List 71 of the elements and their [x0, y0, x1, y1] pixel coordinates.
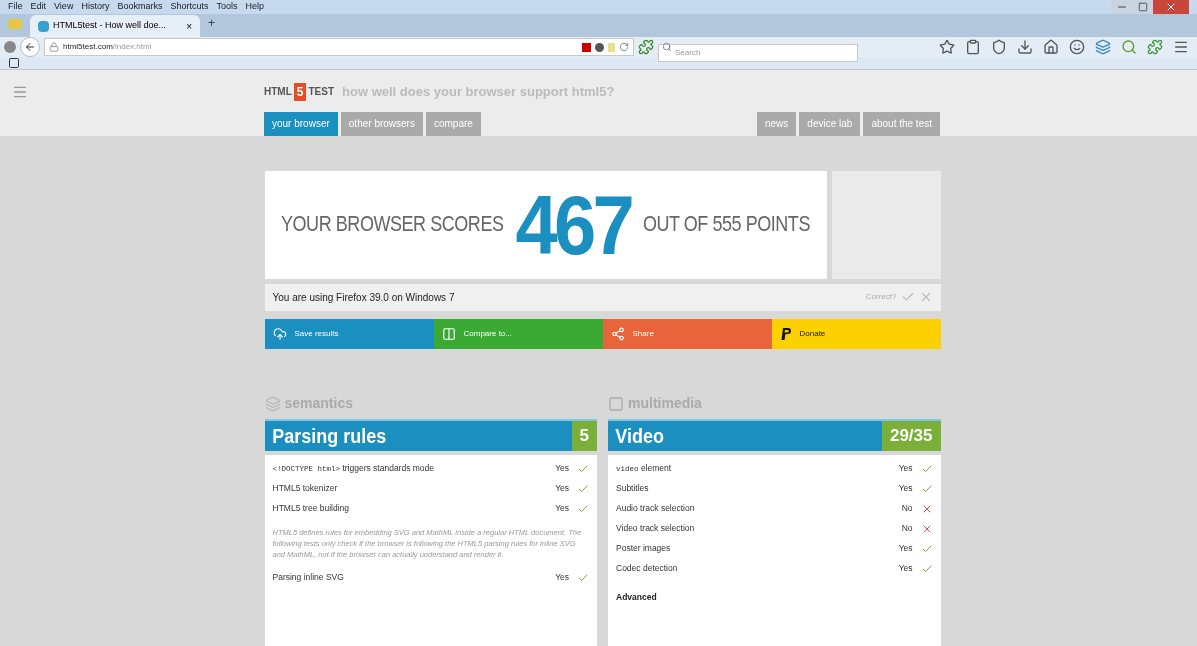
download-icon[interactable]	[1017, 39, 1033, 55]
cloud-icon	[272, 326, 287, 341]
section-score: 5	[571, 420, 597, 451]
test-result: Yes	[898, 462, 913, 475]
menu-item[interactable]: History	[81, 0, 110, 14]
share-icon	[610, 326, 625, 341]
test-result: Yes	[898, 542, 913, 555]
section-title: Video	[614, 423, 665, 449]
menu-icon[interactable]	[1173, 39, 1189, 55]
clipboard-icon[interactable]	[965, 39, 981, 55]
test-name: HTML5 tokenizer	[272, 482, 338, 495]
lock-icon	[49, 42, 59, 52]
html5-favicon	[38, 20, 49, 32]
correct-label: Correct?	[865, 291, 897, 303]
test-result: Yes	[555, 482, 569, 495]
test-result: Yes	[555, 502, 569, 515]
back-icon[interactable]	[24, 41, 36, 53]
menu-item[interactable]: Bookmarks	[117, 0, 163, 14]
maximize-icon[interactable]	[1138, 2, 1148, 12]
test-result: Yes	[898, 482, 913, 495]
bookmark-icon[interactable]	[8, 57, 20, 69]
test-name: HTML5 tree building	[272, 502, 350, 515]
reload-icon[interactable]	[619, 42, 629, 52]
shield-icon[interactable]	[991, 39, 1007, 55]
score-label: OUT OF 555 POINTS	[642, 210, 810, 239]
menu-item[interactable]: Edit	[30, 0, 47, 14]
test-name: Video track selection	[616, 522, 695, 535]
columns-icon	[441, 326, 456, 341]
puzzle-icon[interactable]	[638, 39, 654, 55]
browser-info: You are using Firefox 39.0 on Windows 7	[272, 290, 455, 305]
search-field[interactable]: Search	[658, 43, 858, 62]
tab-close-button[interactable]: ×	[186, 18, 192, 34]
smiley-icon[interactable]	[1069, 39, 1085, 55]
menu-item[interactable]: Shortcuts	[170, 0, 209, 14]
test-name: Subtitles	[616, 482, 649, 495]
menu-item[interactable]: Help	[245, 0, 264, 14]
new-tab-button[interactable]: +	[208, 14, 215, 32]
test-result: Yes	[555, 571, 569, 584]
score-value: 467	[515, 182, 631, 267]
test-name: Audio track selection	[616, 502, 695, 515]
html5test-logo[interactable]: HTML 5 TEST	[264, 82, 335, 101]
menu-item[interactable]: File	[8, 0, 23, 14]
test-name: Poster images	[616, 542, 671, 555]
close-icon[interactable]	[1165, 1, 1177, 13]
check-icon[interactable]	[900, 290, 915, 304]
test-result: Yes	[555, 462, 569, 475]
browser-tab[interactable]: HTML5test - How well doe... ×	[30, 15, 200, 37]
menu-item[interactable]: View	[54, 0, 74, 14]
menu-item[interactable]: Tools	[216, 0, 238, 14]
tab-title: HTML5test - How well doe...	[53, 19, 167, 33]
section-title: Parsing rules	[270, 423, 387, 449]
globe-icon[interactable]	[4, 41, 16, 53]
nav-tab[interactable]: your browser	[264, 111, 338, 136]
puzzle-icon[interactable]	[1147, 39, 1163, 55]
score-label: YOUR BROWSER SCORES	[281, 210, 504, 239]
test-result: Yes	[898, 562, 913, 575]
action-button[interactable]: Save results	[264, 318, 434, 349]
star-icon[interactable]	[939, 39, 955, 55]
paypal-icon	[779, 326, 792, 341]
layers-icon[interactable]	[1095, 39, 1111, 55]
action-button[interactable]: Donate	[771, 318, 941, 349]
search-icon[interactable]	[1121, 39, 1137, 55]
test-result: No	[901, 522, 913, 535]
subheading: Advanced	[616, 590, 658, 604]
test-result: No	[901, 502, 913, 515]
test-name: Codec detection	[616, 562, 678, 575]
search-icon	[662, 42, 672, 52]
test-name: Parsing inline SVG	[272, 571, 344, 584]
home-icon[interactable]	[1043, 39, 1059, 55]
address-bar[interactable]: html5test.com/index.html	[44, 38, 634, 56]
section-score: 29/35	[881, 420, 941, 451]
